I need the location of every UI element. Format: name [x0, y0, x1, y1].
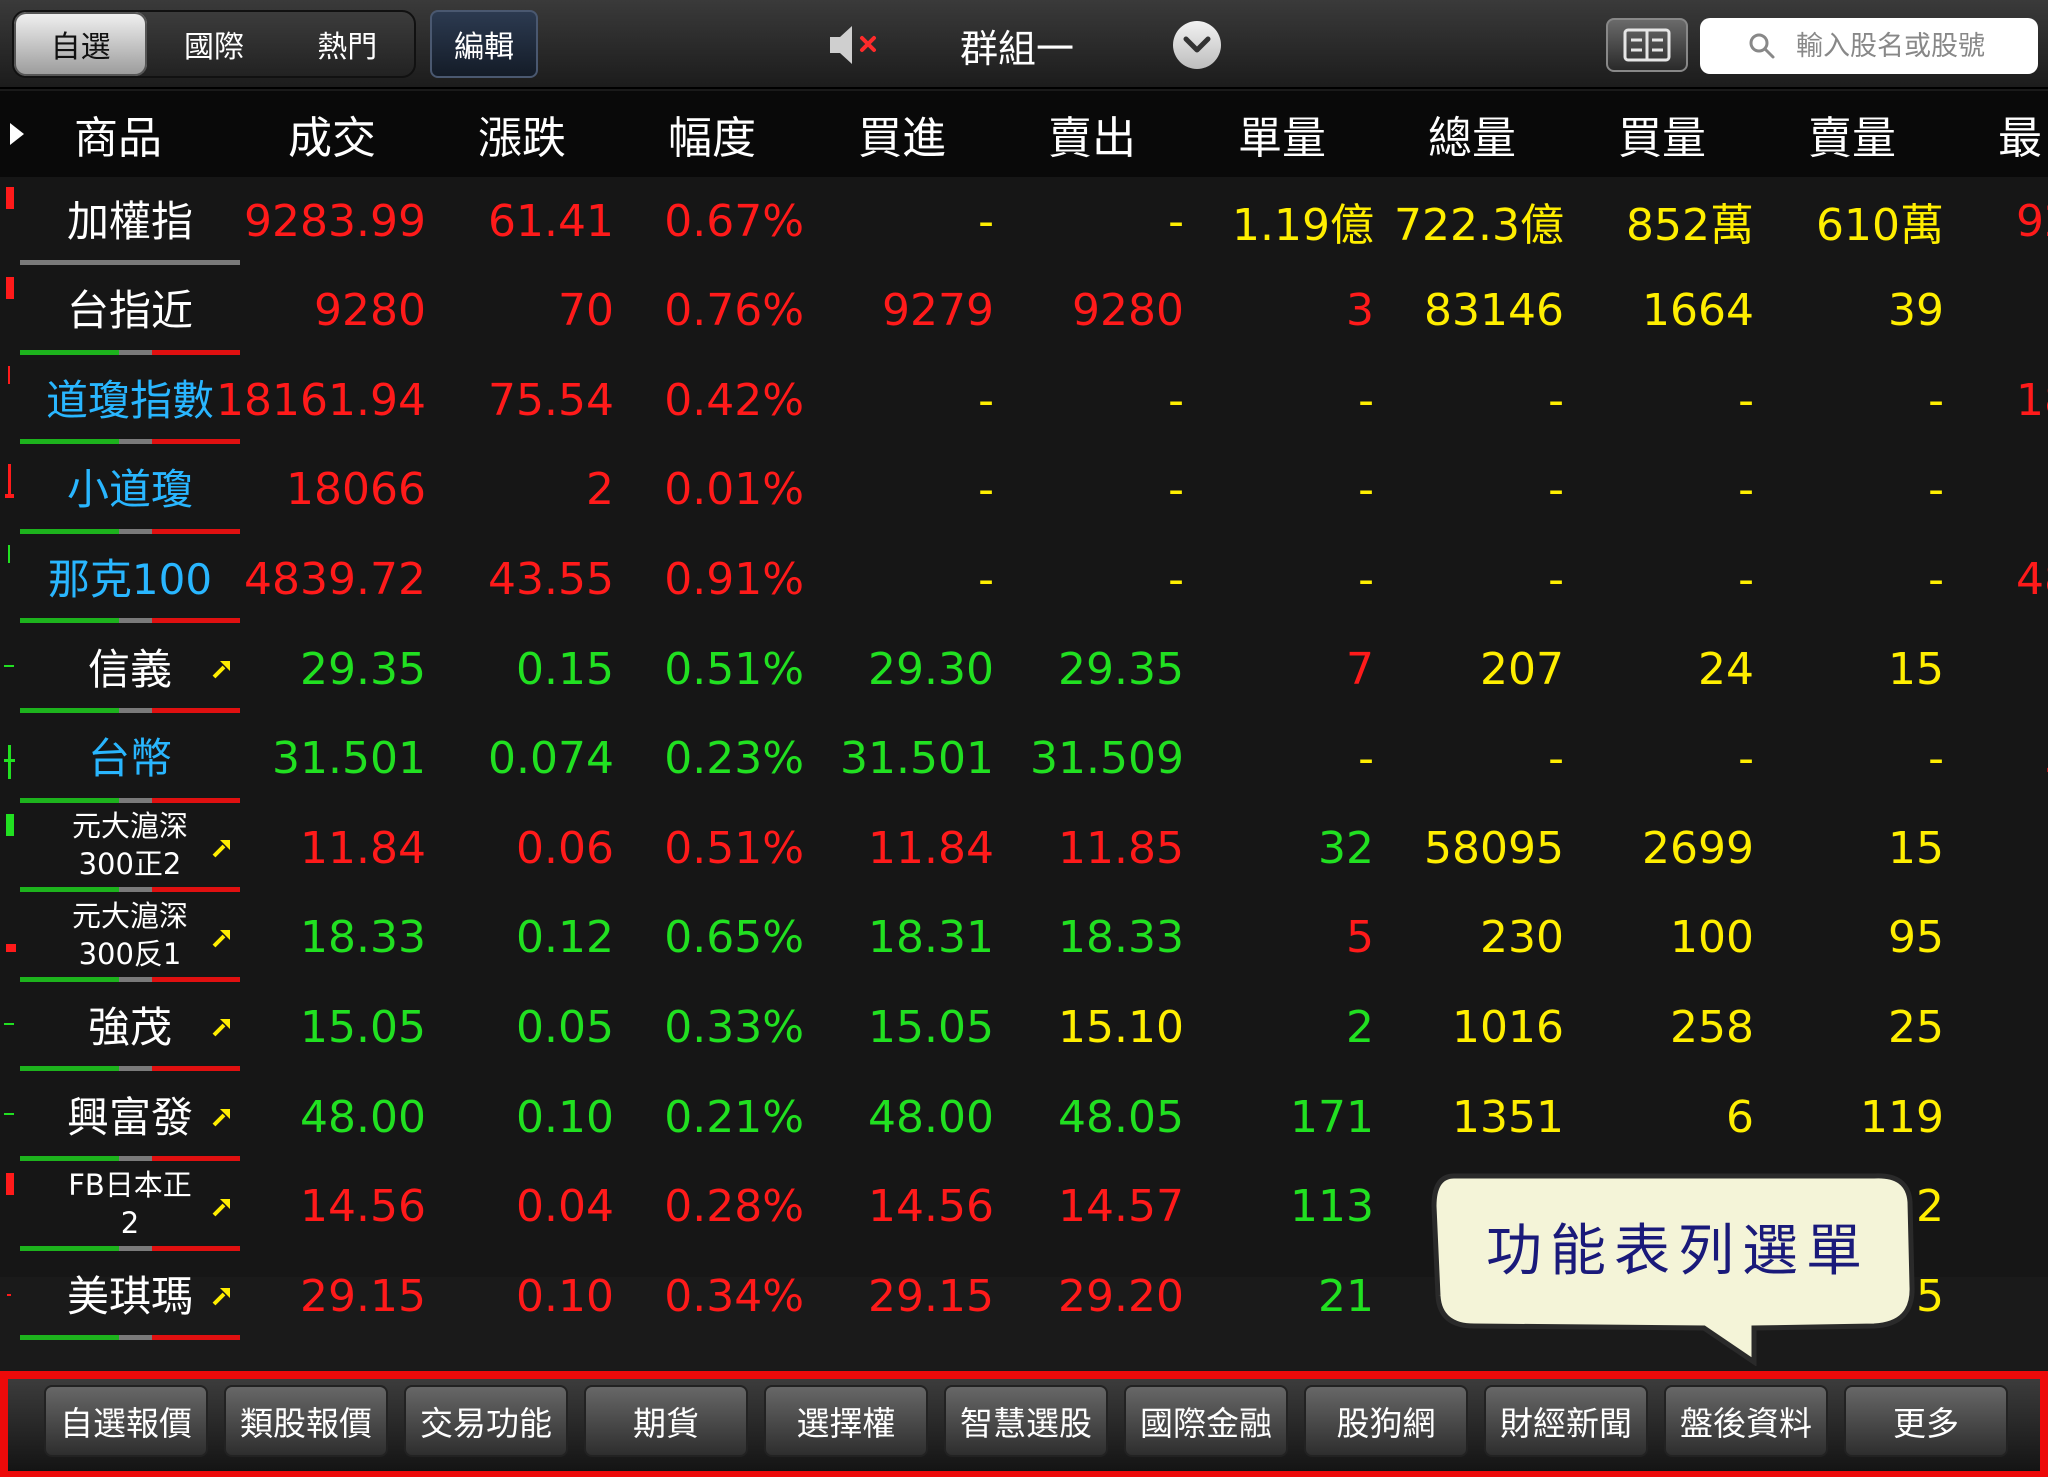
column-header-last[interactable]: 成交	[288, 91, 376, 177]
product-name-line1: FB日本正	[68, 1167, 192, 1202]
cell-high: 182	[2016, 374, 2048, 426]
menu-button-10[interactable]: 更多	[1844, 1385, 2008, 1457]
product-name-line1: 元大滬深	[71, 898, 188, 933]
menu-button-0[interactable]: 自選報價	[44, 1385, 208, 1457]
top-bar: 自選 國際 熱門 編輯 群組一	[0, 0, 2048, 89]
edit-button[interactable]: 編輯	[430, 10, 538, 78]
column-header-ask-volume[interactable]: 賣量	[1808, 91, 1896, 177]
cell-high: 2	[1860, 625, 2048, 713]
cell-high: 1	[1860, 894, 2048, 982]
watchlist-segmented-control: 自選 國際 熱門	[12, 10, 416, 78]
callout-text: 功能表列選單	[1486, 1218, 1870, 1284]
column-header-ask[interactable]: 賣出	[1048, 91, 1136, 177]
cell-high: 929	[2016, 195, 2048, 247]
menu-button-9[interactable]: 盤後資料	[1664, 1385, 1828, 1457]
search-icon	[1748, 32, 1776, 64]
chevron-down-icon[interactable]	[1173, 21, 1221, 69]
column-header-total-volume[interactable]: 總量	[1428, 91, 1516, 177]
search-input[interactable]	[1796, 30, 2046, 62]
cell-high: 9	[1860, 267, 2048, 355]
table-row[interactable]: 道瓊指數18161.9475.540.42%------182	[0, 356, 2048, 445]
table-row[interactable]: 信義29.350.150.51%29.3029.35720724152	[0, 625, 2048, 713]
column-header-change[interactable]: 漲跌	[478, 91, 566, 177]
cell-high: 4	[1860, 1073, 2048, 1161]
cell-high: 486	[2016, 553, 2048, 605]
cell-high: 31	[1860, 715, 2048, 803]
search-box[interactable]	[1700, 18, 2046, 74]
menu-button-3[interactable]: 期貨	[584, 1385, 748, 1457]
quote-table: 加權指 9283.99 61.41 0.67% - -1.19億 722.3億 852萬 610…	[0, 177, 2048, 1341]
menu-button-2[interactable]: 交易功能	[404, 1385, 568, 1457]
menu-button-4[interactable]: 選擇權	[764, 1385, 928, 1457]
tab-international[interactable]: 國際	[147, 12, 280, 76]
tab-favorites[interactable]: 自選	[14, 12, 148, 76]
column-header-product[interactable]: 商品	[74, 91, 162, 177]
product-name-line2: 300反1	[78, 936, 182, 971]
table-row[interactable]: 元大滬深 300正2 11.84 0.06 0.51% 11.84 11.85 32 58095…	[0, 804, 2048, 893]
column-header-bid-volume[interactable]: 買量	[1618, 91, 1706, 177]
table-row[interactable]: 台幣31.5010.0740.23%31.50131.509----31	[0, 715, 2048, 803]
menu-button-5[interactable]: 智慧選股	[944, 1385, 1108, 1457]
mute-icon[interactable]	[826, 22, 884, 68]
product-name-line2: 300正2	[78, 847, 182, 882]
tab-popular[interactable]: 熱門	[281, 12, 414, 76]
menu-button-1[interactable]: 類股報價	[224, 1385, 388, 1457]
cell-high: 1	[1860, 983, 2048, 1071]
product-name-line2: 2	[120, 1205, 140, 1240]
table-row[interactable]: 興富發48.000.100.21%48.0048.05171135161194	[0, 1073, 2048, 1161]
table-row[interactable]: 元大滬深 300反1 18.33 0.12 0.65% 18.31 18.33 5 230 100…	[0, 894, 2048, 982]
table-row[interactable]: 那克1004839.7243.550.91%------486	[0, 535, 2048, 624]
table-row[interactable]: 加權指 9283.99 61.41 0.67% - -1.19億 722.3億 852萬 610…	[0, 177, 2048, 265]
product-name-line1: 元大滬深	[71, 809, 188, 844]
table-row[interactable]: 小道瓊1806620.01%------18	[0, 446, 2048, 534]
column-header-bid[interactable]: 買進	[858, 91, 946, 177]
cell-high: 18	[1860, 446, 2048, 534]
cell-high: 1	[1860, 804, 2048, 892]
menu-button-6[interactable]: 國際金融	[1124, 1385, 1288, 1457]
table-row[interactable]: 台指近9280700.76%927992803831461664399	[0, 267, 2048, 355]
menu-button-8[interactable]: 財經新聞	[1484, 1385, 1648, 1457]
expand-arrow-icon[interactable]	[8, 121, 26, 151]
menu-button-7[interactable]: 股狗網	[1304, 1385, 1468, 1457]
table-row[interactable]: 強茂15.050.050.33%15.0515.1021016258251	[0, 983, 2048, 1072]
column-header-high[interactable]: 最	[1998, 91, 2042, 177]
column-header-unit-volume[interactable]: 單量	[1238, 91, 1326, 177]
group-title[interactable]: 群組一	[960, 14, 1090, 76]
function-menu-bar: 自選報價 類股報價 交易功能 期貨 選擇權 智慧選股 國際金融 股狗網 財經新聞 盤後資料 更多	[0, 1371, 2048, 1477]
column-header-percent[interactable]: 幅度	[668, 91, 756, 177]
layout-toggle-icon[interactable]	[1606, 18, 1688, 72]
table-header: 商品 成交 漲跌 幅度 買進 賣出 單量 總量 買量 賣量 最	[0, 91, 2048, 177]
